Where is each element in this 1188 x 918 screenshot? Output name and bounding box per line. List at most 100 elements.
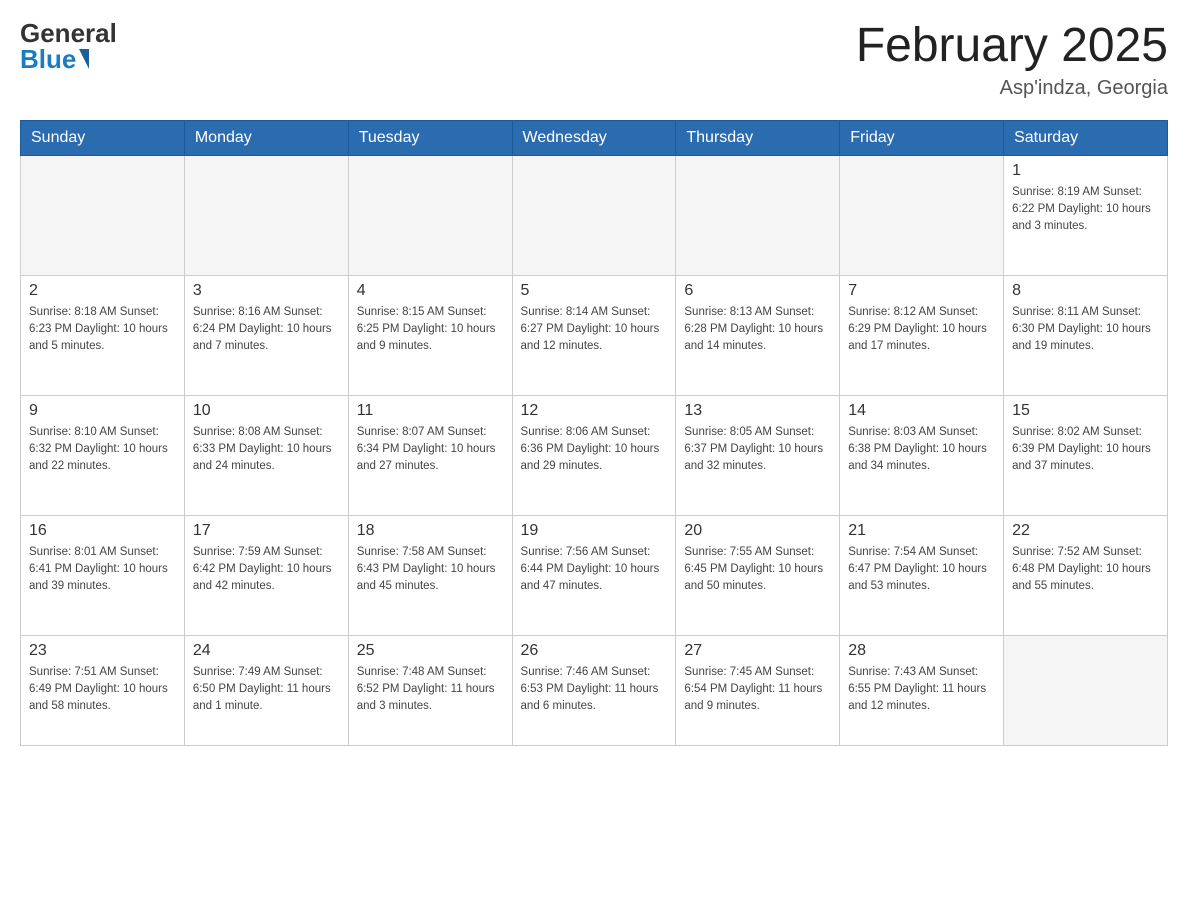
day-number: 13 <box>684 402 831 420</box>
calendar-week-row: 9 Sunrise: 8:10 AM Sunset: 6:32 PM Daylig… <box>21 395 1168 515</box>
day-info: Sunrise: 8:14 AM Sunset: 6:27 PM Dayligh… <box>521 304 668 356</box>
calendar-header-saturday: Saturday <box>1004 120 1168 155</box>
day-number: 19 <box>521 522 668 540</box>
day-number: 16 <box>29 522 176 540</box>
day-info: Sunrise: 8:06 AM Sunset: 6:36 PM Dayligh… <box>521 424 668 476</box>
calendar-cell: 6 Sunrise: 8:13 AM Sunset: 6:28 PM Daylig… <box>676 275 840 395</box>
calendar-cell <box>21 155 185 275</box>
day-info: Sunrise: 7:48 AM Sunset: 6:52 PM Dayligh… <box>357 664 504 716</box>
day-number: 22 <box>1012 522 1159 540</box>
day-info: Sunrise: 7:45 AM Sunset: 6:54 PM Dayligh… <box>684 664 831 716</box>
day-number: 8 <box>1012 282 1159 300</box>
logo-general-text: General <box>20 20 117 46</box>
day-info: Sunrise: 7:56 AM Sunset: 6:44 PM Dayligh… <box>521 544 668 596</box>
day-number: 25 <box>357 642 504 660</box>
day-info: Sunrise: 8:05 AM Sunset: 6:37 PM Dayligh… <box>684 424 831 476</box>
calendar-cell: 15 Sunrise: 8:02 AM Sunset: 6:39 PM Dayli… <box>1004 395 1168 515</box>
calendar-cell: 21 Sunrise: 7:54 AM Sunset: 6:47 PM Dayli… <box>840 515 1004 635</box>
calendar-cell <box>840 155 1004 275</box>
day-number: 14 <box>848 402 995 420</box>
day-number: 20 <box>684 522 831 540</box>
calendar-cell: 26 Sunrise: 7:46 AM Sunset: 6:53 PM Dayli… <box>512 635 676 745</box>
calendar-cell: 16 Sunrise: 8:01 AM Sunset: 6:41 PM Dayli… <box>21 515 185 635</box>
calendar-cell: 18 Sunrise: 7:58 AM Sunset: 6:43 PM Dayli… <box>348 515 512 635</box>
day-info: Sunrise: 7:58 AM Sunset: 6:43 PM Dayligh… <box>357 544 504 596</box>
day-number: 27 <box>684 642 831 660</box>
day-info: Sunrise: 8:18 AM Sunset: 6:23 PM Dayligh… <box>29 304 176 356</box>
day-info: Sunrise: 8:13 AM Sunset: 6:28 PM Dayligh… <box>684 304 831 356</box>
calendar-cell: 4 Sunrise: 8:15 AM Sunset: 6:25 PM Daylig… <box>348 275 512 395</box>
day-number: 3 <box>193 282 340 300</box>
calendar-header-thursday: Thursday <box>676 120 840 155</box>
calendar-week-row: 23 Sunrise: 7:51 AM Sunset: 6:49 PM Dayli… <box>21 635 1168 745</box>
day-number: 5 <box>521 282 668 300</box>
calendar-cell: 1Sunrise: 8:19 AM Sunset: 6:22 PM Daylig… <box>1004 155 1168 275</box>
day-info: Sunrise: 7:43 AM Sunset: 6:55 PM Dayligh… <box>848 664 995 716</box>
page-header: General Blue February 2025 Asp'indza, Ge… <box>20 20 1168 100</box>
calendar-cell: 14 Sunrise: 8:03 AM Sunset: 6:38 PM Dayli… <box>840 395 1004 515</box>
calendar-cell: 27 Sunrise: 7:45 AM Sunset: 6:54 PM Dayli… <box>676 635 840 745</box>
day-number: 18 <box>357 522 504 540</box>
calendar-cell: 13 Sunrise: 8:05 AM Sunset: 6:37 PM Dayli… <box>676 395 840 515</box>
day-number: 21 <box>848 522 995 540</box>
calendar-cell: 22 Sunrise: 7:52 AM Sunset: 6:48 PM Dayli… <box>1004 515 1168 635</box>
day-info: Sunrise: 7:54 AM Sunset: 6:47 PM Dayligh… <box>848 544 995 596</box>
month-title: February 2025 <box>856 20 1168 73</box>
day-info: Sunrise: 8:10 AM Sunset: 6:32 PM Dayligh… <box>29 424 176 476</box>
calendar-cell <box>184 155 348 275</box>
title-section: February 2025 Asp'indza, Georgia <box>856 20 1168 100</box>
day-number: 26 <box>521 642 668 660</box>
calendar-cell: 9 Sunrise: 8:10 AM Sunset: 6:32 PM Daylig… <box>21 395 185 515</box>
day-info: Sunrise: 7:46 AM Sunset: 6:53 PM Dayligh… <box>521 664 668 716</box>
calendar-cell: 3 Sunrise: 8:16 AM Sunset: 6:24 PM Daylig… <box>184 275 348 395</box>
calendar-header-wednesday: Wednesday <box>512 120 676 155</box>
calendar-cell: 17 Sunrise: 7:59 AM Sunset: 6:42 PM Dayli… <box>184 515 348 635</box>
calendar-header-tuesday: Tuesday <box>348 120 512 155</box>
day-info: Sunrise: 7:49 AM Sunset: 6:50 PM Dayligh… <box>193 664 340 716</box>
logo-blue-text: Blue <box>20 46 76 72</box>
day-info: Sunrise: 8:11 AM Sunset: 6:30 PM Dayligh… <box>1012 304 1159 356</box>
calendar-header-sunday: Sunday <box>21 120 185 155</box>
calendar-week-row: 16 Sunrise: 8:01 AM Sunset: 6:41 PM Dayli… <box>21 515 1168 635</box>
calendar-cell <box>676 155 840 275</box>
day-number: 24 <box>193 642 340 660</box>
day-info: Sunrise: 7:59 AM Sunset: 6:42 PM Dayligh… <box>193 544 340 596</box>
day-number: 2 <box>29 282 176 300</box>
calendar-cell: 28Sunrise: 7:43 AM Sunset: 6:55 PM Dayli… <box>840 635 1004 745</box>
day-number: 11 <box>357 402 504 420</box>
calendar-cell: 25 Sunrise: 7:48 AM Sunset: 6:52 PM Dayli… <box>348 635 512 745</box>
day-number: 6 <box>684 282 831 300</box>
day-number: 7 <box>848 282 995 300</box>
day-info: Sunrise: 8:03 AM Sunset: 6:38 PM Dayligh… <box>848 424 995 476</box>
day-info: Sunrise: 7:51 AM Sunset: 6:49 PM Dayligh… <box>29 664 176 716</box>
calendar-week-row: 1Sunrise: 8:19 AM Sunset: 6:22 PM Daylig… <box>21 155 1168 275</box>
day-info: Sunrise: 8:07 AM Sunset: 6:34 PM Dayligh… <box>357 424 504 476</box>
day-number: 23 <box>29 642 176 660</box>
day-info: Sunrise: 8:15 AM Sunset: 6:25 PM Dayligh… <box>357 304 504 356</box>
day-number: 10 <box>193 402 340 420</box>
calendar-cell <box>512 155 676 275</box>
day-number: 15 <box>1012 402 1159 420</box>
calendar-week-row: 2 Sunrise: 8:18 AM Sunset: 6:23 PM Daylig… <box>21 275 1168 395</box>
calendar-cell: 8 Sunrise: 8:11 AM Sunset: 6:30 PM Daylig… <box>1004 275 1168 395</box>
day-info: Sunrise: 8:16 AM Sunset: 6:24 PM Dayligh… <box>193 304 340 356</box>
day-number: 17 <box>193 522 340 540</box>
day-number: 9 <box>29 402 176 420</box>
calendar-header-row: SundayMondayTuesdayWednesdayThursdayFrid… <box>21 120 1168 155</box>
calendar-cell: 19 Sunrise: 7:56 AM Sunset: 6:44 PM Dayli… <box>512 515 676 635</box>
logo: General Blue <box>20 20 117 72</box>
logo-arrow-icon <box>79 49 89 69</box>
day-info: Sunrise: 8:01 AM Sunset: 6:41 PM Dayligh… <box>29 544 176 596</box>
day-number: 4 <box>357 282 504 300</box>
location-text: Asp'indza, Georgia <box>856 77 1168 100</box>
calendar-cell: 20Sunrise: 7:55 AM Sunset: 6:45 PM Dayli… <box>676 515 840 635</box>
calendar-cell: 24 Sunrise: 7:49 AM Sunset: 6:50 PM Dayli… <box>184 635 348 745</box>
day-info: Sunrise: 7:52 AM Sunset: 6:48 PM Dayligh… <box>1012 544 1159 596</box>
day-info: Sunrise: 8:08 AM Sunset: 6:33 PM Dayligh… <box>193 424 340 476</box>
calendar-table: SundayMondayTuesdayWednesdayThursdayFrid… <box>20 120 1168 746</box>
calendar-cell <box>348 155 512 275</box>
calendar-cell: 12Sunrise: 8:06 AM Sunset: 6:36 PM Dayli… <box>512 395 676 515</box>
day-info: Sunrise: 8:02 AM Sunset: 6:39 PM Dayligh… <box>1012 424 1159 476</box>
calendar-header-monday: Monday <box>184 120 348 155</box>
calendar-cell <box>1004 635 1168 745</box>
